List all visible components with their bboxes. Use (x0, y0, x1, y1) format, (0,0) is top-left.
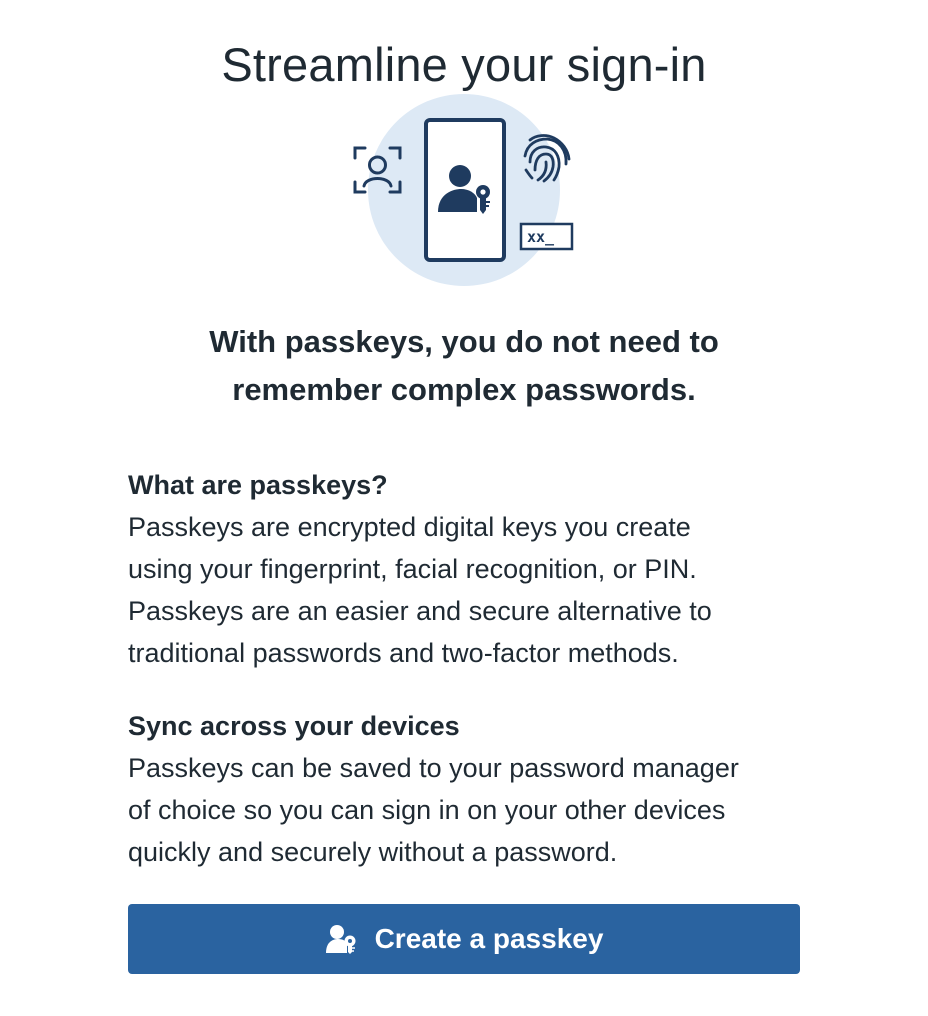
what-are-passkeys-line-1: Passkeys are encrypted digital keys you … (128, 512, 691, 542)
what-are-passkeys-section: What are passkeys? Passkeys are encrypte… (128, 464, 808, 674)
phone-passkey-icon (424, 118, 506, 262)
sync-devices-line-1: Passkeys can be saved to your password m… (128, 753, 739, 783)
sync-devices-line-3: quickly and securely without a password. (128, 837, 618, 867)
sync-devices-section: Sync across your devices Passkeys can be… (128, 705, 808, 873)
password-field-icon: xx_ (519, 222, 574, 251)
hero-headline: With passkeys, you do not need to rememb… (0, 318, 928, 414)
what-are-passkeys-heading: What are passkeys? (128, 470, 388, 500)
create-passkey-button[interactable]: Create a passkey (128, 904, 800, 974)
what-are-passkeys-line-3: Passkeys are an easier and secure altern… (128, 596, 712, 626)
hero-headline-line-1: With passkeys, you do not need to (209, 324, 719, 359)
passkey-illustration-svg: xx_ (353, 94, 574, 286)
hero-headline-line-2: remember complex passwords. (232, 372, 696, 407)
passkey-illustration: xx_ (340, 90, 590, 290)
sync-devices-line-2: of choice so you can sign in on your oth… (128, 795, 726, 825)
password-placeholder-text: xx_ (527, 228, 555, 246)
what-are-passkeys-line-4: traditional passwords and two-factor met… (128, 638, 679, 668)
page-title: Streamline your sign-in (221, 38, 707, 92)
what-are-passkeys-line-2: using your fingerprint, facial recogniti… (128, 554, 697, 584)
create-passkey-button-label: Create a passkey (374, 923, 604, 954)
user-key-icon (325, 923, 359, 955)
passkey-promo-page: Streamline your sign-in xx_ With passkey… (0, 0, 928, 1016)
sync-devices-heading: Sync across your devices (128, 711, 460, 741)
